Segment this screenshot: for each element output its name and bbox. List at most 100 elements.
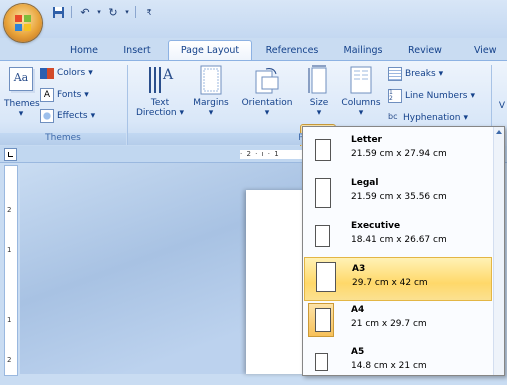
document-page[interactable] <box>246 190 306 374</box>
orientation-dropdown-icon: ▾ <box>264 108 270 118</box>
undo-dropdown-icon[interactable]: ▾ <box>96 4 102 20</box>
horizontal-ruler[interactable]: · 2 · ı · 1 <box>240 150 306 159</box>
tab-references[interactable]: References <box>257 42 327 60</box>
size-item-legal[interactable]: Legal 21.59 cm x 35.56 cm <box>304 172 492 216</box>
hyphenation-button[interactable]: bc Hyphenation ▾ <box>388 111 498 125</box>
qat-separator <box>135 6 136 18</box>
orientation-button[interactable]: Orientation ▾ <box>238 65 296 131</box>
tab-review[interactable]: Review <box>403 42 447 60</box>
line-numbers-button[interactable]: 12 Line Numbers ▾ <box>388 89 498 103</box>
themes-label: Themes <box>4 99 40 109</box>
scroll-up-icon[interactable] <box>496 130 502 134</box>
paper-executive-icon <box>315 225 330 247</box>
margins-button[interactable]: Margins ▾ <box>191 65 231 131</box>
vertical-ruler[interactable]: 2 1 1 2 <box>4 165 18 376</box>
size-item-a5[interactable]: A5 14.8 cm x 21 cm <box>304 341 492 385</box>
save-icon[interactable] <box>50 4 66 20</box>
redo-icon[interactable]: ↻ <box>105 4 121 20</box>
tab-mailings[interactable]: Mailings <box>335 42 391 60</box>
tab-home[interactable]: Home <box>60 42 108 60</box>
size-item-dims: 29.7 cm x 42 cm <box>352 278 428 288</box>
themes-button[interactable]: Aa Themes ▾ <box>4 65 40 125</box>
effects-button[interactable]: Effects ▾ <box>40 109 102 123</box>
effects-label: Effects <box>57 111 88 121</box>
columns-label: Columns <box>341 98 381 108</box>
breaks-icon <box>388 67 402 81</box>
text-direction-label-2: Direction ▾ <box>135 108 185 118</box>
margins-dropdown-icon: ▾ <box>208 108 214 118</box>
paper-letter-icon <box>315 139 331 161</box>
size-item-name: Legal <box>351 178 379 188</box>
columns-dropdown-icon: ▾ <box>358 108 364 118</box>
ribbon-tabs: Home Insert Page Layout References Maili… <box>0 38 507 61</box>
size-item-a4[interactable]: A4 21 cm x 29.7 cm <box>304 299 492 343</box>
size-button[interactable]: Size ▾ <box>302 65 336 131</box>
size-label: Size <box>309 98 329 108</box>
size-item-a3[interactable]: A3 29.7 cm x 42 cm <box>304 257 492 301</box>
colors-label: Colors <box>57 68 86 78</box>
line-numbers-icon: 12 <box>388 89 402 103</box>
office-button[interactable] <box>4 4 42 42</box>
fonts-label: Fonts <box>57 90 82 100</box>
size-item-dims: 18.41 cm x 26.67 cm <box>351 235 447 245</box>
breaks-label: Breaks <box>405 69 436 79</box>
text-direction-label-1: Text <box>150 98 170 108</box>
margins-icon <box>200 65 222 95</box>
orientation-label: Orientation <box>241 98 293 108</box>
tab-view[interactable]: View <box>474 42 507 60</box>
themes-group-label: Themes <box>0 133 126 145</box>
paper-a5-icon <box>315 353 328 371</box>
size-item-dims: 21 cm x 29.7 cm <box>351 319 427 329</box>
fonts-dropdown-icon: ▾ <box>84 90 89 100</box>
size-item-name: A4 <box>351 305 365 315</box>
hyphenation-icon: bc <box>388 112 398 121</box>
breaks-dropdown-icon: ▾ <box>438 69 444 79</box>
colors-button[interactable]: Colors ▾ <box>40 66 100 80</box>
office-logo-icon <box>15 15 31 31</box>
breaks-button[interactable]: Breaks ▾ <box>388 67 488 81</box>
text-direction-button[interactable]: A Text Direction ▾ <box>134 65 186 131</box>
hyphenation-dropdown-icon: ▾ <box>463 113 469 123</box>
hyphenation-label: Hyphenation <box>403 113 461 123</box>
colors-dropdown-icon: ▾ <box>88 68 93 78</box>
size-icon <box>308 65 327 94</box>
paper-a4-icon <box>315 308 331 332</box>
size-item-name: A5 <box>351 347 365 357</box>
line-numbers-dropdown-icon: ▾ <box>470 91 475 101</box>
size-item-name: Executive <box>351 221 401 231</box>
margins-label: Margins <box>193 98 229 108</box>
fonts-button[interactable]: A Fonts ▾ <box>40 88 100 102</box>
undo-icon[interactable]: ↶ <box>77 4 93 20</box>
size-item-letter[interactable]: Letter 21.59 cm x 27.94 cm <box>304 129 492 173</box>
ruler-mark: 1 <box>7 246 12 254</box>
tab-selector-icon[interactable] <box>4 148 17 161</box>
ruler-mark: 2 <box>7 206 12 214</box>
themes-icon: Aa <box>9 67 33 91</box>
columns-button[interactable]: Columns ▾ <box>341 65 381 131</box>
redo-dropdown-icon[interactable]: ▾ <box>124 4 130 20</box>
tab-insert[interactable]: Insert <box>115 42 159 60</box>
line-numbers-label: Line Numbers <box>405 91 468 101</box>
colors-icon <box>40 67 54 79</box>
effects-icon <box>40 109 54 123</box>
size-dropdown-icon: ▾ <box>316 108 322 118</box>
columns-icon <box>350 66 372 94</box>
customize-qat-icon[interactable]: ₹ <box>141 4 157 20</box>
size-item-name: Letter <box>351 135 382 145</box>
text-direction-icon: A <box>149 67 174 93</box>
ruler-mark: 2 <box>7 356 12 364</box>
quick-access-toolbar: ↶ ▾ ↻ ▾ ₹ <box>50 4 157 20</box>
paper-a3-icon <box>316 262 336 292</box>
size-item-name: A3 <box>352 264 366 274</box>
size-item-dims: 21.59 cm x 35.56 cm <box>351 192 447 202</box>
size-item-executive[interactable]: Executive 18.41 cm x 26.67 cm <box>304 215 492 259</box>
tab-page-layout[interactable]: Page Layout <box>168 40 252 61</box>
orientation-icon <box>255 68 279 94</box>
ruler-mark: 1 <box>7 316 12 324</box>
fonts-icon: A <box>40 88 54 102</box>
dropdown-scrollbar[interactable] <box>493 127 504 375</box>
themes-dropdown-icon: ▾ <box>18 109 24 119</box>
size-item-dims: 14.8 cm x 21 cm <box>351 361 427 371</box>
qat-separator <box>71 6 72 18</box>
effects-dropdown-icon: ▾ <box>90 111 96 121</box>
